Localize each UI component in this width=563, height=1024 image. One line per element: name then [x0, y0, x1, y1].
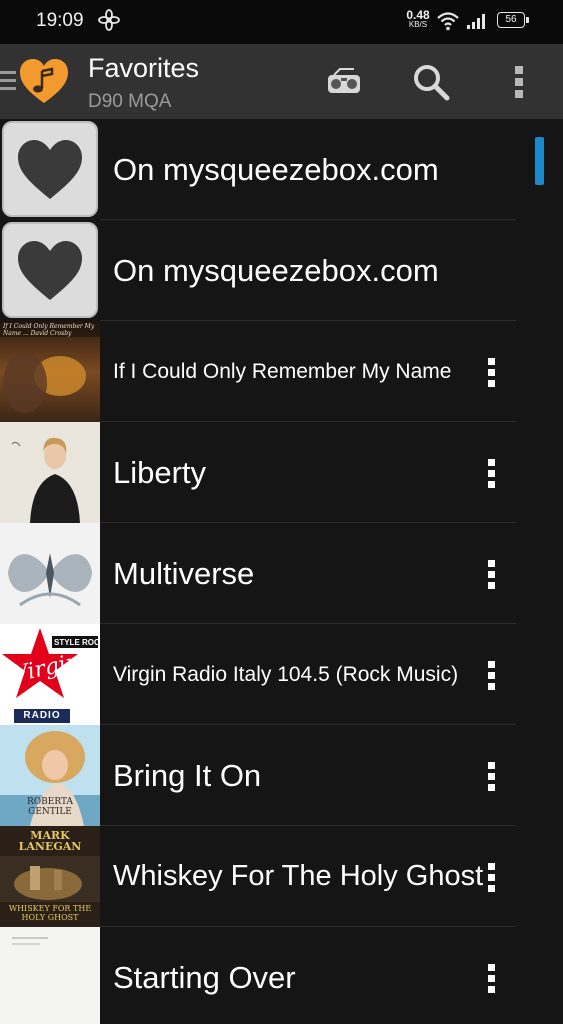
- page-title: Favorites: [88, 53, 200, 83]
- favorites-list[interactable]: On mysqueezebox.com On mysqueezebox.com: [0, 119, 563, 1024]
- album-art: ROBERTA GENTILE: [0, 725, 100, 826]
- signal-icon: [467, 14, 485, 29]
- hamburger-menu-icon[interactable]: [0, 69, 16, 93]
- list-item[interactable]: Multiverse: [0, 523, 516, 624]
- item-options-icon[interactable]: [478, 354, 506, 390]
- wifi-icon: [437, 12, 459, 31]
- album-art: If I Could Only Remember My Name ... Dav…: [0, 321, 100, 422]
- list-item[interactable]: MARK LANEGAN WHISKEY FOR THE HOLY GHOST …: [0, 826, 516, 927]
- network-speed-value: 0.48: [406, 8, 430, 22]
- item-options-icon[interactable]: [478, 657, 506, 693]
- scrollbar-track[interactable]: [532, 119, 544, 1024]
- album-art: [0, 523, 100, 624]
- scrollbar-thumb[interactable]: [535, 137, 544, 185]
- item-options-icon[interactable]: [478, 758, 506, 794]
- list-item[interactable]: If I Could Only Remember My Name ... Dav…: [0, 321, 516, 422]
- favorite-thumbnail: [0, 220, 100, 321]
- status-bar: 19:09 0.48 KB/S 56: [0, 0, 563, 44]
- radio-icon[interactable]: [324, 62, 364, 102]
- heart-icon: [2, 121, 98, 217]
- album-art-caption: If I Could Only Remember My Name ... Dav…: [3, 323, 95, 337]
- overflow-menu-icon[interactable]: [499, 62, 539, 102]
- list-item[interactable]: Liberty: [0, 422, 516, 523]
- heart-icon: [2, 222, 98, 318]
- battery-icon: 56: [497, 12, 529, 28]
- search-icon[interactable]: [411, 62, 451, 102]
- album-art: [0, 927, 100, 1024]
- list-item[interactable]: Virgin STYLE ROCK RADIO Virgin Radio Ita…: [0, 624, 516, 725]
- favorite-title: On mysqueezebox.com: [113, 152, 439, 187]
- app-toolbar: Favorites D90 MQA: [0, 44, 563, 119]
- list-item[interactable]: On mysqueezebox.com: [0, 119, 516, 220]
- app-logo-icon[interactable]: [18, 58, 70, 106]
- album-art-caption: ROBERTA GENTILE: [27, 797, 73, 817]
- album-art: [0, 422, 100, 523]
- status-time: 19:09: [36, 10, 84, 31]
- favorite-title: Liberty: [113, 455, 207, 490]
- fan-icon: [98, 9, 120, 31]
- album-art: MARK LANEGAN WHISKEY FOR THE HOLY GHOST: [0, 826, 100, 927]
- list-item[interactable]: On mysqueezebox.com: [0, 220, 516, 321]
- item-options-icon[interactable]: [478, 455, 506, 491]
- album-art-top-text: MARK LANEGAN: [18, 829, 82, 853]
- favorite-title: Multiverse: [113, 556, 255, 591]
- list-item[interactable]: Starting Over: [0, 927, 516, 1024]
- network-speed: 0.48 KB/S: [403, 8, 433, 30]
- item-options-icon[interactable]: [478, 960, 506, 996]
- favorite-title: If I Could Only Remember My Name: [113, 360, 452, 383]
- favorite-title: Bring It On: [113, 758, 262, 793]
- station-logo-footer: RADIO: [23, 710, 61, 721]
- player-name: D90 MQA: [88, 91, 172, 112]
- favorite-title: Whiskey For The Holy Ghost: [113, 860, 484, 892]
- item-options-icon[interactable]: [478, 556, 506, 592]
- favorite-title: Starting Over: [113, 960, 296, 995]
- item-options-icon[interactable]: [478, 859, 506, 895]
- list-item[interactable]: ROBERTA GENTILE Bring It On: [0, 725, 516, 826]
- album-art-bottom-text: WHISKEY FOR THE HOLY GHOST: [8, 904, 92, 922]
- station-logo: Virgin STYLE ROCK RADIO: [0, 624, 100, 725]
- favorite-title: Virgin Radio Italy 104.5 (Rock Music): [113, 663, 459, 686]
- station-logo-tag: STYLE ROCK: [54, 638, 100, 647]
- favorite-thumbnail: [0, 119, 100, 220]
- favorite-title: On mysqueezebox.com: [113, 253, 439, 288]
